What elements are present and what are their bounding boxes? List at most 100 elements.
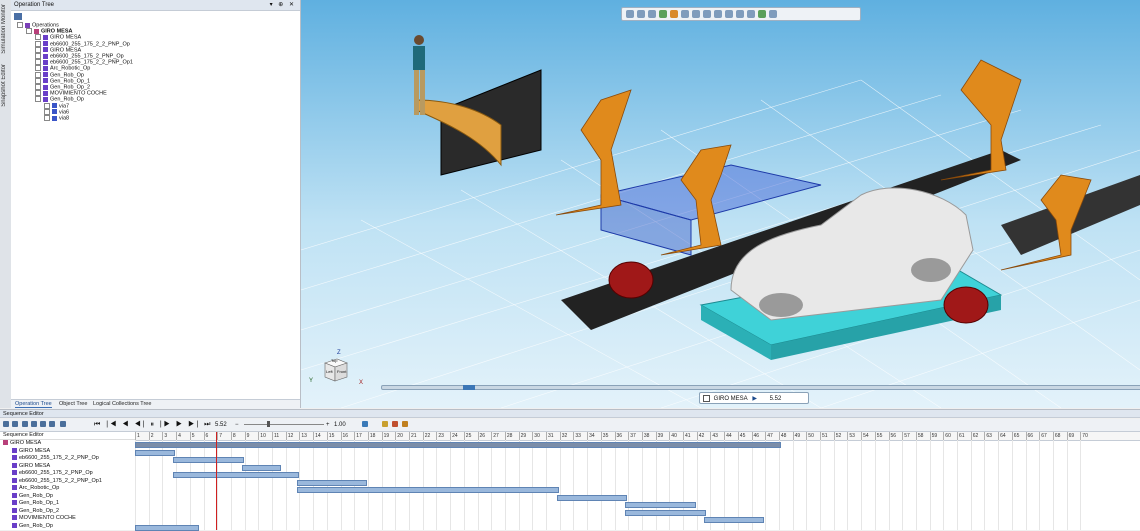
sequence-row[interactable]: eb6600_255_175_2_2_PNP_Op1 bbox=[0, 478, 147, 485]
sequence-row[interactable]: GIRO MESA bbox=[0, 440, 138, 447]
tree-item[interactable]: via6 bbox=[44, 108, 69, 115]
panel-controls[interactable]: ▾ ⊕ ✕ bbox=[270, 0, 296, 10]
tree-item[interactable]: GIRO MESA bbox=[35, 46, 81, 53]
tree-item[interactable]: Gen_Rob_Op bbox=[35, 96, 84, 103]
view-cube-icon[interactable] bbox=[659, 10, 667, 18]
expand-icon[interactable] bbox=[17, 22, 23, 28]
sequence-row[interactable]: Gen_Rob_Op_2 bbox=[0, 508, 147, 515]
expand-icon[interactable] bbox=[35, 96, 41, 103]
expand-icon[interactable] bbox=[35, 90, 41, 97]
transport-controls[interactable]: ⏮ |◀ ◀ ◀| ⏸ |▶ ▶ ▶| ⏭ bbox=[94, 419, 212, 431]
play-icon[interactable]: ▶ bbox=[752, 393, 757, 405]
expand-icon[interactable] bbox=[44, 115, 50, 121]
zoom-in-icon[interactable] bbox=[22, 421, 28, 427]
speed-minus-icon[interactable]: − bbox=[235, 419, 239, 431]
unlink-icon[interactable] bbox=[12, 421, 18, 427]
gantt-bar[interactable] bbox=[296, 479, 368, 486]
gantt-bar[interactable] bbox=[173, 472, 299, 478]
tree-item[interactable]: Gen_Rob_Op_2 bbox=[35, 84, 90, 90]
pick-icon[interactable] bbox=[681, 10, 689, 18]
snapshot-editor-tab[interactable]: Snapshot Editor bbox=[1, 64, 7, 107]
expand-icon[interactable] bbox=[35, 59, 41, 66]
gantt-bar[interactable] bbox=[625, 509, 706, 516]
selection-icon[interactable] bbox=[747, 10, 755, 18]
playback-timeline-thumb[interactable] bbox=[463, 385, 475, 390]
tree-item[interactable]: Operations bbox=[17, 22, 59, 28]
measure-icon[interactable] bbox=[692, 10, 700, 18]
expand-icon[interactable] bbox=[35, 53, 41, 59]
simulation-monitor-tab[interactable]: Simulation Monitor bbox=[1, 4, 7, 54]
section-icon[interactable] bbox=[703, 10, 711, 18]
tab-logical-collections-tree[interactable]: Logical Collections Tree bbox=[93, 401, 151, 407]
expand-icon[interactable] bbox=[35, 84, 41, 90]
zoom-fit-icon[interactable] bbox=[40, 421, 46, 427]
record-icon[interactable] bbox=[392, 421, 398, 427]
expand-icon[interactable] bbox=[35, 71, 41, 78]
tree-item[interactable]: eb6600_255_175_2_PNP_Op bbox=[35, 53, 124, 59]
event-icon[interactable] bbox=[382, 421, 388, 427]
placement-icon[interactable] bbox=[758, 10, 766, 18]
gantt-bar[interactable] bbox=[241, 464, 281, 471]
sequence-row[interactable]: Gen_Rob_Op bbox=[0, 493, 147, 500]
tab-operation-tree[interactable]: Operation Tree bbox=[15, 401, 52, 408]
3d-viewport[interactable]: Top Left Front Y Z X GIRO MESA ▶ 5.52 bbox=[301, 0, 1140, 408]
navigation-cube[interactable]: Top Left Front bbox=[319, 355, 349, 383]
sequence-row[interactable]: Gen_Rob_Op_1 bbox=[0, 500, 147, 507]
tree-item[interactable]: eb6600_255_175_2_2_PNP_Op bbox=[35, 40, 130, 47]
speed-slider-thumb[interactable] bbox=[267, 421, 270, 427]
current-time-cursor[interactable] bbox=[216, 432, 217, 530]
ruler-tick: 42 bbox=[696, 432, 705, 440]
tree-item[interactable]: eb6600_255_175_2_2_PNP_Op1 bbox=[35, 59, 133, 66]
gantt-bar[interactable] bbox=[135, 449, 176, 456]
gantt-bar[interactable] bbox=[173, 457, 244, 463]
expand-icon[interactable] bbox=[35, 65, 41, 72]
playback-timeline[interactable] bbox=[381, 385, 1140, 390]
tree-item[interactable]: Arc_Robotic_Op bbox=[35, 65, 90, 72]
tree-item[interactable]: MOVIMIENTO COCHE bbox=[35, 90, 107, 97]
expand-icon[interactable] bbox=[35, 77, 41, 84]
sequence-row[interactable]: Arc_Robotic_Op bbox=[0, 485, 147, 492]
tree-item[interactable]: via8 bbox=[44, 115, 69, 121]
gantt-bar[interactable] bbox=[296, 487, 559, 493]
tree-item[interactable]: via7 bbox=[44, 102, 69, 109]
expand-icon[interactable] bbox=[35, 40, 41, 47]
sequence-row[interactable]: GIRO MESA bbox=[0, 448, 147, 455]
link-icon[interactable] bbox=[3, 421, 9, 427]
more-tools-icon[interactable] bbox=[769, 10, 777, 18]
settings-icon[interactable] bbox=[402, 421, 408, 427]
tree-item[interactable]: Gen_Rob_Op bbox=[35, 71, 84, 78]
sequence-row[interactable]: eb6600_255_175_2_PNP_Op bbox=[0, 470, 147, 477]
playback-operation[interactable]: GIRO MESA bbox=[714, 393, 748, 405]
filter-icon[interactable] bbox=[714, 10, 722, 18]
tree-item[interactable]: GIRO MESA bbox=[26, 28, 72, 35]
gantt-bar[interactable] bbox=[703, 517, 765, 523]
tree-item[interactable]: GIRO MESA bbox=[35, 34, 81, 41]
expand-icon[interactable] bbox=[26, 28, 32, 35]
gantt-bar[interactable] bbox=[135, 442, 781, 448]
expand-icon[interactable] bbox=[35, 46, 41, 53]
zoom-out-icon[interactable] bbox=[31, 421, 37, 427]
gantt-bar[interactable] bbox=[556, 494, 628, 501]
timeline-icon[interactable] bbox=[60, 421, 66, 427]
sequence-row[interactable]: MOVIMIENTO COCHE bbox=[0, 515, 147, 522]
render-mode-icon[interactable] bbox=[670, 10, 678, 18]
gantt-bar[interactable] bbox=[625, 502, 696, 508]
expand-icon[interactable] bbox=[44, 102, 50, 109]
zoom-fit-icon[interactable] bbox=[626, 10, 634, 18]
zoom-icon[interactable] bbox=[637, 10, 645, 18]
expand-icon[interactable] bbox=[35, 34, 41, 41]
zoom-region-icon[interactable] bbox=[49, 421, 55, 427]
pan-icon[interactable] bbox=[648, 10, 656, 18]
tree-item[interactable]: Gen_Rob_Op_1 bbox=[35, 77, 90, 84]
sequence-row[interactable]: GIRO MESA bbox=[0, 463, 147, 470]
expand-icon[interactable] bbox=[44, 108, 50, 115]
frame-icon[interactable] bbox=[736, 10, 744, 18]
sequence-row[interactable]: Gen_Rob_Op bbox=[0, 523, 147, 530]
sequence-row[interactable]: eb6600_255_175_2_2_PNP_Op bbox=[0, 455, 147, 462]
speed-slider[interactable] bbox=[244, 424, 324, 425]
monitor-icon[interactable] bbox=[362, 421, 368, 427]
speed-plus-icon[interactable]: + bbox=[326, 419, 330, 431]
snap-icon[interactable] bbox=[725, 10, 733, 18]
gen-icon bbox=[43, 53, 48, 59]
tab-object-tree[interactable]: Object Tree bbox=[59, 401, 87, 407]
